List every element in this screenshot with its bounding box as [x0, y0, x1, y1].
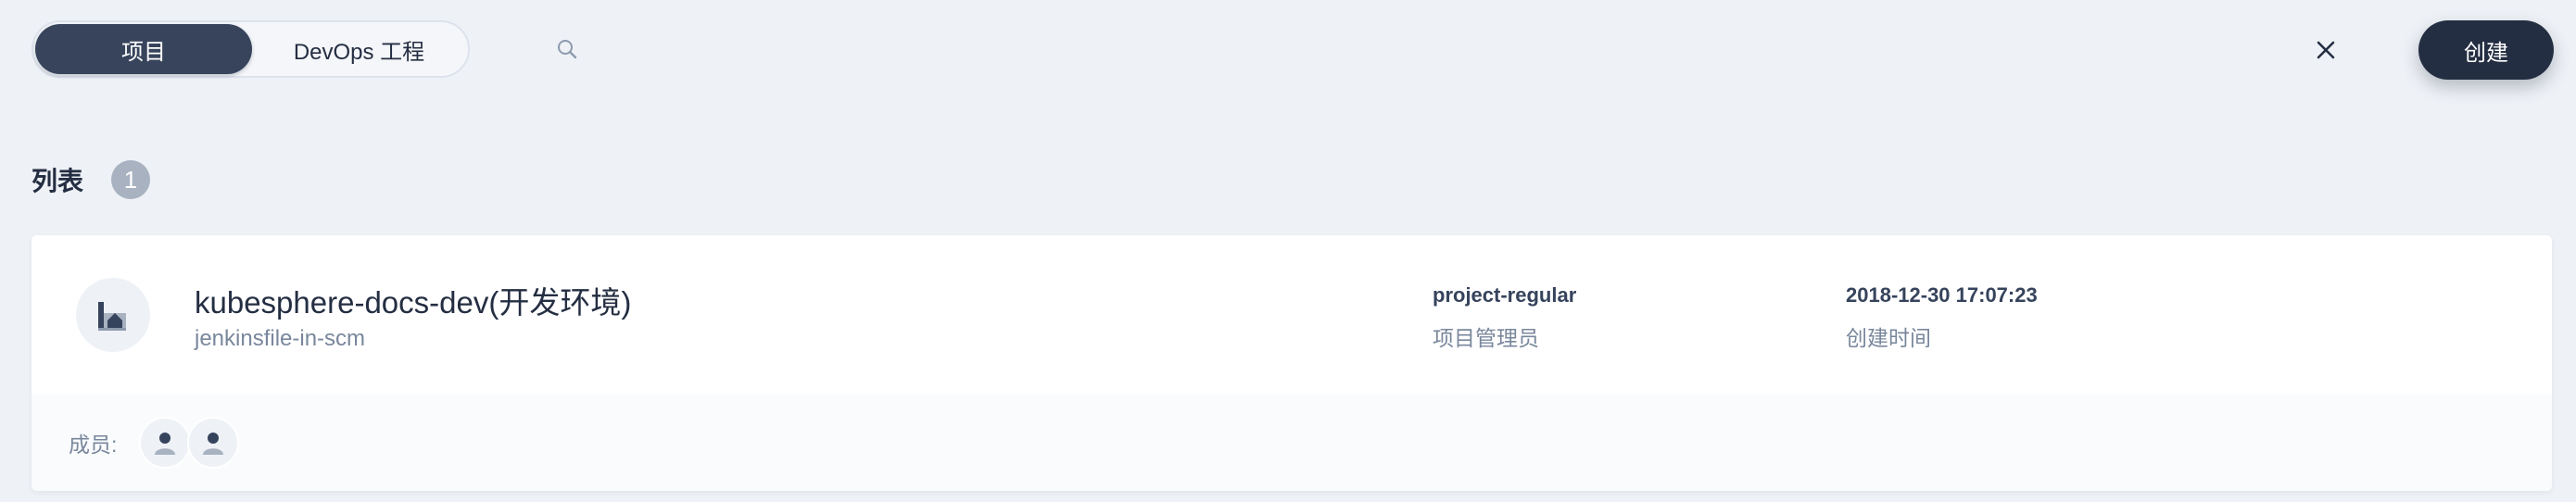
created-time-label: 创建时间 — [1846, 326, 1931, 350]
user-icon — [203, 433, 224, 455]
user-icon — [155, 433, 176, 455]
tab-projects[interactable]: 项目 — [35, 24, 252, 74]
members-label: 成员: — [69, 433, 118, 457]
view-switch: 项目 DevOps 工程 — [32, 20, 470, 78]
project-card[interactable]: kubesphere-docs-dev(开发环境) jenkinsfile-in… — [32, 235, 2552, 491]
project-icon — [76, 278, 150, 352]
project-role-value: project-regular — [1433, 283, 1577, 307]
search-icon — [549, 22, 586, 76]
search-bar — [513, 22, 2330, 76]
member-avatar[interactable] — [187, 417, 240, 469]
toolbar: 项目 DevOps 工程 创建 — [32, 20, 2554, 80]
list-title: 列表 — [32, 167, 84, 195]
tab-devops-projects[interactable]: DevOps 工程 — [252, 24, 466, 74]
close-icon — [2317, 41, 2335, 59]
search-input[interactable] — [586, 22, 2330, 76]
create-button[interactable]: 创建 — [2418, 20, 2554, 80]
list-header: 列表 1 — [32, 159, 151, 200]
member-avatar[interactable] — [139, 417, 192, 469]
project-name[interactable]: kubesphere-docs-dev(开发环境) — [195, 278, 631, 322]
project-members-row: 成员: — [32, 395, 2552, 491]
clear-search-button[interactable] — [2309, 33, 2342, 67]
created-time-value: 2018-12-30 17:07:23 — [1846, 283, 2038, 307]
project-card-main: kubesphere-docs-dev(开发环境) jenkinsfile-in… — [32, 235, 2552, 395]
project-role-label: 项目管理员 — [1433, 326, 1539, 350]
project-description: jenkinsfile-in-scm — [195, 326, 366, 351]
list-count-badge: 1 — [111, 160, 151, 199]
